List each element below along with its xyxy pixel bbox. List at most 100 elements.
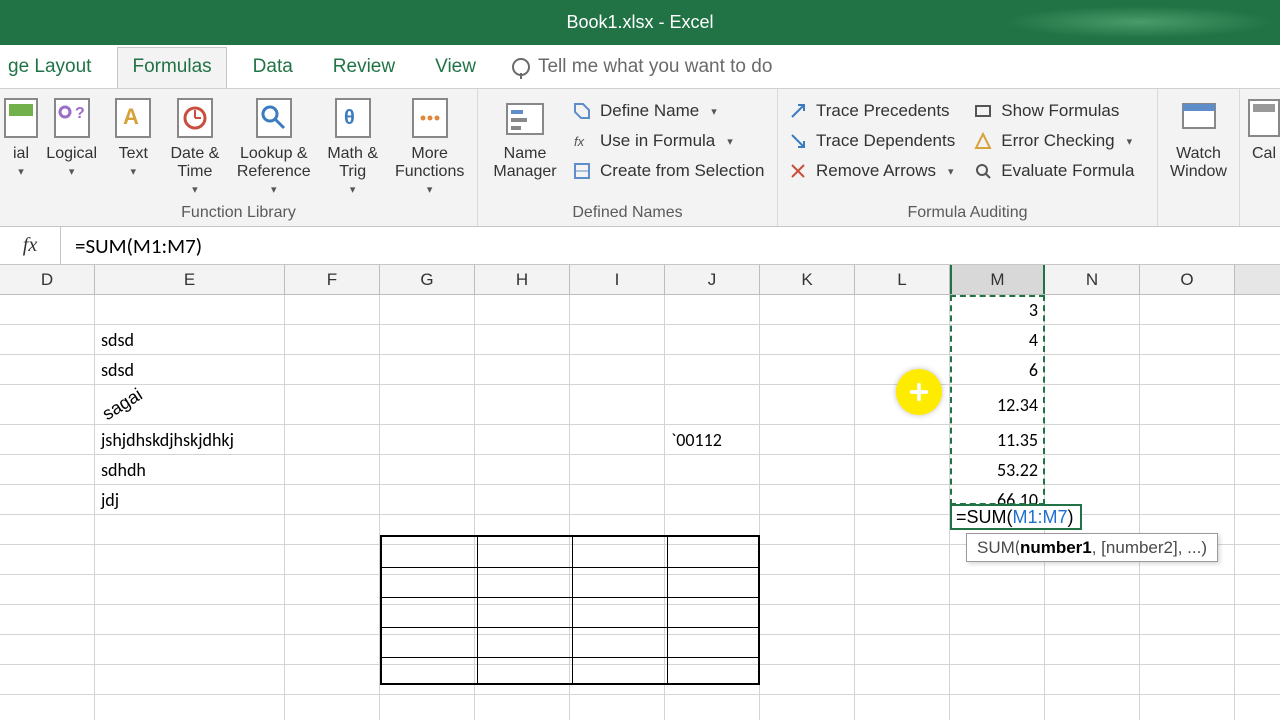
- cell[interactable]: 3: [950, 295, 1045, 324]
- cell[interactable]: [285, 695, 380, 720]
- lookup-reference-button[interactable]: Lookup & Reference ▾: [233, 93, 315, 196]
- cell[interactable]: [380, 325, 475, 354]
- cell[interactable]: [95, 605, 285, 634]
- trace-dependents-button[interactable]: Trace Dependents: [786, 129, 957, 153]
- cell[interactable]: [0, 455, 95, 484]
- cell[interactable]: [0, 425, 95, 454]
- cell[interactable]: [1140, 425, 1235, 454]
- cell[interactable]: [0, 605, 95, 634]
- cell[interactable]: [1045, 355, 1140, 384]
- cell[interactable]: [475, 425, 570, 454]
- cell[interactable]: [95, 635, 285, 664]
- cell[interactable]: [665, 515, 760, 544]
- evaluate-formula-button[interactable]: Evaluate Formula: [971, 159, 1136, 183]
- calculation-options-button[interactable]: Cal: [1248, 93, 1280, 163]
- trace-precedents-button[interactable]: Trace Precedents: [786, 99, 957, 123]
- more-functions-button[interactable]: More Functions ▾: [390, 93, 469, 196]
- cell[interactable]: [665, 325, 760, 354]
- cell[interactable]: [0, 665, 95, 694]
- cell[interactable]: [380, 605, 475, 634]
- cell[interactable]: [665, 605, 760, 634]
- cell[interactable]: [475, 545, 570, 574]
- cell[interactable]: [380, 695, 475, 720]
- cell[interactable]: 53.22: [950, 455, 1045, 484]
- cell[interactable]: [285, 515, 380, 544]
- insert-function-button[interactable]: fx: [0, 234, 60, 257]
- tab-formulas[interactable]: Formulas: [117, 47, 226, 88]
- cell[interactable]: [760, 695, 855, 720]
- active-cell-editor[interactable]: =SUM(M1:M7): [950, 504, 1082, 530]
- cell[interactable]: [570, 295, 665, 324]
- cell[interactable]: [760, 545, 855, 574]
- cell[interactable]: [475, 665, 570, 694]
- cell[interactable]: [475, 695, 570, 720]
- cell[interactable]: [950, 605, 1045, 634]
- name-manager-button[interactable]: Name Manager: [486, 93, 564, 181]
- cell[interactable]: [1140, 605, 1235, 634]
- cell[interactable]: [380, 385, 475, 424]
- cell[interactable]: [760, 325, 855, 354]
- col-header-o[interactable]: O: [1140, 265, 1235, 294]
- cell[interactable]: [760, 635, 855, 664]
- cell[interactable]: [1140, 295, 1235, 324]
- cell[interactable]: [665, 385, 760, 424]
- cell[interactable]: [285, 425, 380, 454]
- cell[interactable]: [570, 695, 665, 720]
- cell[interactable]: [95, 545, 285, 574]
- cell[interactable]: [570, 355, 665, 384]
- cell[interactable]: [665, 545, 760, 574]
- col-header-j[interactable]: J: [665, 265, 760, 294]
- cell[interactable]: [1140, 695, 1235, 720]
- use-in-formula-button[interactable]: fx Use in Formula ▾: [570, 129, 766, 153]
- col-header-g[interactable]: G: [380, 265, 475, 294]
- tell-me-search[interactable]: Tell me what you want to do: [502, 48, 772, 88]
- cell[interactable]: [1045, 635, 1140, 664]
- cell[interactable]: [285, 385, 380, 424]
- col-header-e[interactable]: E: [95, 265, 285, 294]
- cell[interactable]: [0, 695, 95, 720]
- cell[interactable]: [1140, 385, 1235, 424]
- cell[interactable]: [285, 355, 380, 384]
- col-header-l[interactable]: L: [855, 265, 950, 294]
- cell[interactable]: [1045, 665, 1140, 694]
- create-from-selection-button[interactable]: Create from Selection: [570, 159, 766, 183]
- cell[interactable]: [0, 355, 95, 384]
- tab-view[interactable]: View: [421, 48, 490, 88]
- cell[interactable]: [665, 455, 760, 484]
- col-header-d[interactable]: D: [0, 265, 95, 294]
- cell[interactable]: [0, 515, 95, 544]
- cell[interactable]: jshjdhskdjhskjdhkj: [95, 425, 285, 454]
- cell[interactable]: [950, 695, 1045, 720]
- cell[interactable]: [855, 545, 950, 574]
- cell[interactable]: [380, 355, 475, 384]
- cell[interactable]: [1045, 385, 1140, 424]
- cell[interactable]: [475, 455, 570, 484]
- cell[interactable]: 12.34: [950, 385, 1045, 424]
- cell[interactable]: [855, 295, 950, 324]
- cell[interactable]: [760, 605, 855, 634]
- cell[interactable]: [475, 605, 570, 634]
- cell[interactable]: [380, 635, 475, 664]
- cell[interactable]: [570, 605, 665, 634]
- cell[interactable]: sdhdh: [95, 455, 285, 484]
- tab-data[interactable]: Data: [239, 48, 307, 88]
- cell[interactable]: [760, 665, 855, 694]
- cell[interactable]: [760, 385, 855, 424]
- cell[interactable]: 6: [950, 355, 1045, 384]
- cell[interactable]: [950, 665, 1045, 694]
- cell[interactable]: [855, 635, 950, 664]
- watch-window-button[interactable]: Watch Window: [1166, 93, 1231, 181]
- cell[interactable]: jdj: [95, 485, 285, 514]
- logical-button[interactable]: ? Logical ▾: [40, 93, 103, 178]
- cell[interactable]: [95, 295, 285, 324]
- cell[interactable]: [1140, 485, 1235, 514]
- cell[interactable]: 11.35: [950, 425, 1045, 454]
- cell[interactable]: [760, 485, 855, 514]
- cell[interactable]: [855, 605, 950, 634]
- cell[interactable]: [285, 605, 380, 634]
- cell[interactable]: [0, 635, 95, 664]
- tab-page-layout[interactable]: ge Layout: [0, 48, 105, 88]
- col-header-h[interactable]: H: [475, 265, 570, 294]
- cell[interactable]: [665, 485, 760, 514]
- error-checking-button[interactable]: Error Checking ▾: [971, 129, 1136, 153]
